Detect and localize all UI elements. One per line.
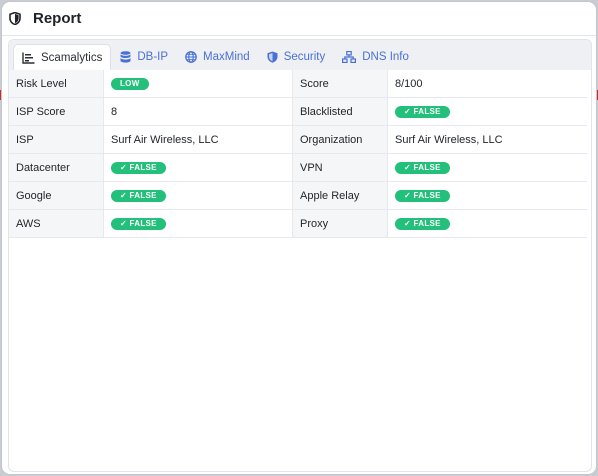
shield-icon (267, 51, 278, 63)
field-value: ✓ FALSE (387, 153, 587, 182)
field-label: Proxy (292, 209, 388, 238)
tab-bar: Scamalytics DB-IP MaxMind Security DNS I… (9, 40, 591, 70)
tab-db-ip[interactable]: DB-IP (112, 44, 176, 70)
field-label: Blacklisted (292, 97, 388, 126)
database-icon (120, 51, 131, 63)
field-label: Apple Relay (292, 181, 388, 210)
network-icon (342, 51, 357, 63)
report-table: Risk Level LOW Score 8/100 ISP Score 8 B… (9, 70, 587, 238)
field-value: ✓ FALSE (103, 209, 293, 238)
status-badge: ✓ FALSE (111, 190, 166, 202)
dialog-title: Report (33, 10, 82, 27)
shield-icon (9, 12, 23, 26)
table-row: ISP Score 8 Blacklisted ✓ FALSE (9, 97, 587, 126)
field-value: ✓ FALSE (103, 153, 293, 182)
report-dialog: Report Scamalytics DB-IP MaxMind Securit… (2, 2, 596, 474)
tab-dns-info[interactable]: DNS Info (334, 44, 417, 70)
dialog-header: Report (2, 2, 596, 36)
field-label: Organization (292, 125, 388, 154)
status-badge: ✓ FALSE (395, 162, 450, 174)
tab-maxmind[interactable]: MaxMind (177, 44, 258, 70)
field-value: ✓ FALSE (387, 97, 587, 126)
field-label: Google (9, 181, 104, 210)
field-label: VPN (292, 153, 388, 182)
chart-icon (22, 52, 35, 64)
field-label: Score (292, 70, 388, 98)
tab-label: Security (283, 51, 326, 63)
tab-label: DB-IP (137, 51, 169, 63)
tab-label: Scamalytics (41, 51, 103, 64)
tab-security[interactable]: Security (259, 44, 334, 70)
status-badge: ✓ FALSE (395, 218, 450, 230)
table-row: Datacenter ✓ FALSE VPN ✓ FALSE (9, 153, 587, 182)
table-row: Risk Level LOW Score 8/100 (9, 70, 587, 98)
risk-badge: LOW (111, 78, 149, 90)
table-row: ISP Surf Air Wireless, LLC Organization … (9, 125, 587, 154)
field-value: LOW (103, 70, 293, 98)
field-value: ✓ FALSE (387, 181, 587, 210)
field-label: ISP (9, 125, 104, 154)
field-value: ✓ FALSE (103, 181, 293, 210)
report-panel: Scamalytics DB-IP MaxMind Security DNS I… (8, 39, 592, 472)
status-badge: ✓ FALSE (395, 106, 450, 118)
field-value: Surf Air Wireless, LLC (103, 125, 293, 154)
status-badge: ✓ FALSE (395, 190, 450, 202)
tab-label: MaxMind (203, 51, 250, 63)
field-value: ✓ FALSE (387, 209, 587, 238)
table-row: AWS ✓ FALSE Proxy ✓ FALSE (9, 209, 587, 238)
field-label: AWS (9, 209, 104, 238)
field-value: 8/100 (387, 70, 587, 98)
globe-icon (185, 51, 197, 63)
table-row: Google ✓ FALSE Apple Relay ✓ FALSE (9, 181, 587, 210)
field-label: Risk Level (9, 70, 104, 98)
status-badge: ✓ FALSE (111, 162, 166, 174)
field-value: Surf Air Wireless, LLC (387, 125, 587, 154)
field-label: ISP Score (9, 97, 104, 126)
field-label: Datacenter (9, 153, 104, 182)
tab-scamalytics[interactable]: Scamalytics (13, 44, 112, 70)
tab-label: DNS Info (362, 51, 409, 63)
field-value: 8 (103, 97, 293, 126)
status-badge: ✓ FALSE (111, 218, 166, 230)
